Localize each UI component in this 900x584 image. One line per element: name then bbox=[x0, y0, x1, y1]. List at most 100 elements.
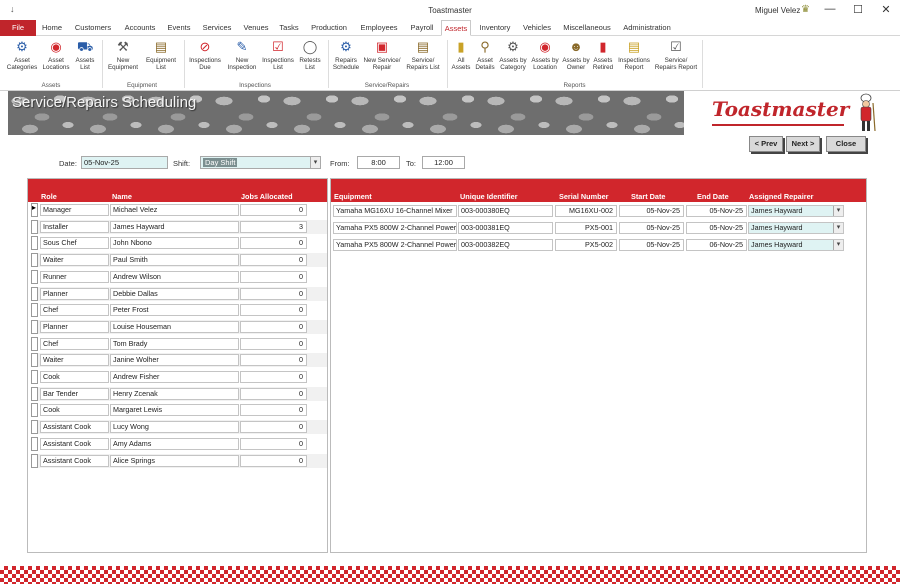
tab-events[interactable]: Events bbox=[164, 20, 194, 36]
service-repairs-list-button[interactable]: ▤ Service/Repairs List bbox=[402, 39, 444, 72]
role-cell[interactable]: Waiter bbox=[40, 254, 109, 267]
inspections-due-button[interactable]: ⊘ Inspections Due bbox=[186, 39, 224, 72]
new-inspection-button[interactable]: ✎ New Inspection bbox=[224, 39, 260, 72]
row-selector[interactable] bbox=[31, 420, 38, 435]
jobs-allocated-cell[interactable]: 0 bbox=[240, 270, 307, 283]
end-date-cell[interactable]: 05-Nov-25 bbox=[686, 221, 747, 234]
table-row[interactable]: Yamaha PX5 800W 2-Channel Power 003-00038… bbox=[331, 238, 851, 252]
table-row[interactable]: Installer James Hayward 3 bbox=[38, 219, 327, 234]
table-row[interactable]: Cook Andrew Fisher 0 bbox=[38, 370, 327, 384]
jobs-allocated-cell[interactable]: 0 bbox=[240, 254, 307, 267]
row-selector[interactable] bbox=[31, 269, 38, 284]
row-selector[interactable] bbox=[31, 319, 38, 334]
new-equipment-button[interactable]: ⚒ New Equipment bbox=[104, 39, 142, 72]
equipment-list-button[interactable]: ▤ Equipment List bbox=[142, 39, 180, 72]
role-cell[interactable]: Chef bbox=[40, 304, 109, 317]
tab-vehicles[interactable]: Vehicles bbox=[519, 20, 555, 36]
equipment-cell[interactable]: Yamaha MG16XU 16-Channel Mixer bbox=[333, 205, 457, 217]
tab-employees[interactable]: Employees bbox=[356, 20, 402, 36]
role-cell[interactable]: Assistant Cook bbox=[40, 421, 109, 434]
name-cell[interactable]: Lucy Wong bbox=[110, 421, 239, 434]
name-cell[interactable]: Paul Smith bbox=[110, 254, 239, 267]
role-cell[interactable]: Bar Tender bbox=[40, 387, 109, 400]
shift-select[interactable]: Day Shift ▾ bbox=[200, 156, 321, 169]
jobs-allocated-cell[interactable]: 0 bbox=[240, 454, 307, 467]
table-row[interactable]: Waiter Paul Smith 0 bbox=[38, 253, 327, 268]
table-row[interactable]: Manager Michael Velez 0 bbox=[38, 203, 327, 217]
role-cell[interactable]: Planner bbox=[40, 320, 109, 333]
row-selector[interactable] bbox=[31, 403, 38, 418]
jobs-allocated-cell[interactable]: 0 bbox=[240, 371, 307, 383]
repairs-schedule-button[interactable]: ⚙ Repairs Schedule bbox=[330, 39, 362, 72]
name-cell[interactable]: Louise Houseman bbox=[110, 320, 239, 333]
jobs-allocated-cell[interactable]: 0 bbox=[240, 237, 307, 250]
table-row[interactable]: Sous Chef John Nbono 0 bbox=[38, 236, 327, 250]
inspections-list-button[interactable]: ☑ Inspections List bbox=[260, 39, 296, 72]
close-button[interactable]: Close bbox=[826, 136, 866, 152]
tab-miscellaneous[interactable]: Miscellaneous bbox=[559, 20, 615, 36]
role-cell[interactable]: Runner bbox=[40, 270, 109, 283]
table-row[interactable]: Planner Louise Houseman 0 bbox=[38, 319, 327, 334]
role-cell[interactable]: Cook bbox=[40, 371, 109, 383]
prev-button[interactable]: < Prev bbox=[749, 136, 783, 152]
jobs-allocated-cell[interactable]: 0 bbox=[240, 354, 307, 367]
service-repairs-report-button[interactable]: ☑ Service/Repairs Report bbox=[653, 39, 699, 72]
role-cell[interactable]: Installer bbox=[40, 220, 109, 233]
jobs-allocated-cell[interactable]: 0 bbox=[240, 304, 307, 317]
assigned-repairer-select[interactable]: James Hayward ▾ bbox=[748, 205, 844, 217]
unique-identifier-cell[interactable]: 003-000382EQ bbox=[458, 238, 553, 251]
asset-categories-button[interactable]: ⚙ Asset Categories bbox=[4, 39, 40, 72]
inspections-report-button[interactable]: ▤ Inspections Report bbox=[615, 39, 653, 72]
user-avatar-icon[interactable]: ♛ bbox=[801, 4, 810, 15]
name-cell[interactable]: John Nbono bbox=[110, 237, 239, 250]
table-row[interactable]: Yamaha MG16XU 16-Channel Mixer 003-000380… bbox=[331, 204, 851, 218]
row-selector[interactable] bbox=[31, 353, 38, 368]
row-selector[interactable] bbox=[31, 336, 38, 351]
name-cell[interactable]: James Hayward bbox=[110, 220, 239, 233]
assets-by-category-report-button[interactable]: ⚙ Assets by Category bbox=[497, 39, 529, 72]
role-cell[interactable]: Planner bbox=[40, 287, 109, 300]
equipment-cell[interactable]: Yamaha PX5 800W 2-Channel Power bbox=[333, 238, 457, 251]
close-window-button[interactable]: ✕ bbox=[876, 3, 896, 16]
row-selector[interactable] bbox=[31, 219, 38, 234]
role-cell[interactable]: Assistant Cook bbox=[40, 437, 109, 450]
tab-inventory[interactable]: Inventory bbox=[475, 20, 515, 36]
start-date-cell[interactable]: 05-Nov-25 bbox=[619, 221, 684, 234]
unique-identifier-cell[interactable]: 003-000380EQ bbox=[458, 205, 553, 217]
assigned-repairer-select[interactable]: James Hayward ▾ bbox=[748, 221, 844, 234]
tab-administration[interactable]: Administration bbox=[619, 20, 675, 36]
serial-number-cell[interactable]: PX5-002 bbox=[555, 238, 617, 251]
jobs-allocated-cell[interactable]: 0 bbox=[240, 404, 307, 417]
jobs-allocated-cell[interactable]: 3 bbox=[240, 220, 307, 233]
row-selector[interactable] bbox=[31, 253, 38, 268]
minimize-button[interactable]: — bbox=[820, 3, 840, 15]
row-selector[interactable] bbox=[31, 386, 38, 401]
jobs-allocated-cell[interactable]: 0 bbox=[240, 437, 307, 450]
tab-payroll[interactable]: Payroll bbox=[406, 20, 438, 36]
role-cell[interactable]: Chef bbox=[40, 337, 109, 350]
tab-accounts[interactable]: Accounts bbox=[120, 20, 160, 36]
name-cell[interactable]: Andrew Fisher bbox=[110, 371, 239, 383]
row-selector[interactable] bbox=[31, 453, 38, 468]
row-selector[interactable] bbox=[31, 370, 38, 384]
table-row[interactable]: Yamaha PX5 800W 2-Channel Power 003-00038… bbox=[331, 221, 851, 235]
table-row[interactable]: Runner Andrew Wilson 0 bbox=[38, 270, 327, 284]
start-date-cell[interactable]: 05-Nov-25 bbox=[619, 238, 684, 251]
chevron-down-icon[interactable]: ▾ bbox=[833, 239, 843, 250]
jobs-allocated-cell[interactable]: 0 bbox=[240, 337, 307, 350]
name-cell[interactable]: Henry Zcenak bbox=[110, 387, 239, 400]
assets-by-location-report-button[interactable]: ◉ Assets by Location bbox=[529, 39, 561, 72]
assigned-repairer-select[interactable]: James Hayward ▾ bbox=[748, 238, 844, 251]
tab-customers[interactable]: Customers bbox=[70, 20, 116, 36]
next-button[interactable]: Next > bbox=[786, 136, 820, 152]
table-row[interactable]: Assistant Cook Alice Springs 0 bbox=[38, 453, 327, 468]
serial-number-cell[interactable]: MG16XU-002 bbox=[555, 205, 617, 217]
row-selector[interactable] bbox=[31, 303, 38, 318]
tab-file[interactable]: File bbox=[0, 20, 36, 36]
tab-assets[interactable]: Assets bbox=[441, 20, 471, 36]
tab-services[interactable]: Services bbox=[198, 20, 236, 36]
asset-locations-button[interactable]: ◉ Asset Locations bbox=[40, 39, 72, 72]
role-cell[interactable]: Sous Chef bbox=[40, 237, 109, 250]
table-row[interactable]: Assistant Cook Lucy Wong 0 bbox=[38, 420, 327, 435]
new-service-repair-button[interactable]: ▣ New Service/Repair bbox=[362, 39, 402, 72]
